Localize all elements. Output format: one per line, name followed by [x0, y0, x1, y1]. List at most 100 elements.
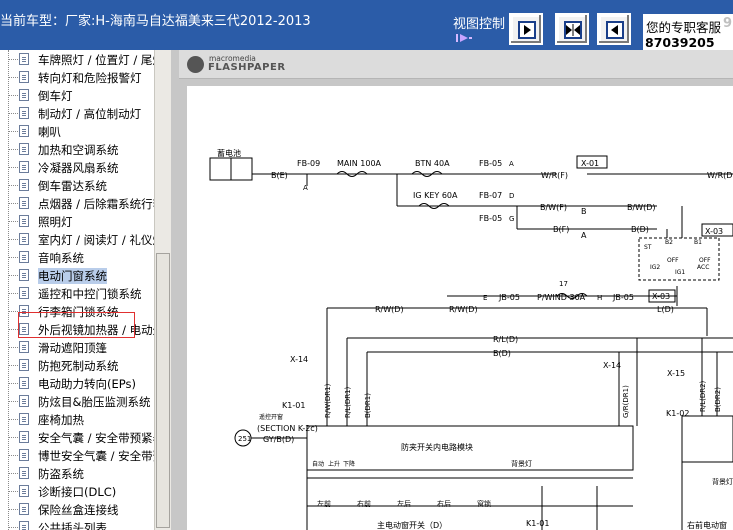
tree-branch: [9, 113, 18, 114]
arrow-left-icon: [606, 21, 624, 39]
fb09-label: FB-09: [297, 159, 320, 168]
document-icon: [19, 449, 29, 461]
sidebar-scrollbar[interactable]: [154, 50, 171, 530]
prev-page-button[interactable]: [597, 13, 631, 45]
view-control-icon[interactable]: [456, 32, 472, 44]
two-page-view-button[interactable]: [555, 13, 589, 45]
sidebar-item-label: 防抱死制动系统: [38, 359, 119, 373]
sidebar-item[interactable]: 倒车雷达系统: [0, 176, 154, 194]
sidebar-item[interactable]: 滑动遮阳顶篷: [0, 338, 154, 356]
bdr2-label: B(DR2): [714, 387, 722, 412]
sidebar-item[interactable]: 点烟器 / 后除霜系统行李: [0, 194, 154, 212]
main-fuse-label: MAIN 100A: [337, 159, 382, 168]
rld-label: R/L(D): [493, 335, 518, 344]
wdr1-label: R/W(DR1): [324, 383, 332, 418]
circle-h-label: H: [597, 294, 602, 302]
tree-branch: [9, 77, 18, 78]
sidebar-item[interactable]: 制动灯 / 高位制动灯: [0, 104, 154, 122]
sidebar-item-label: 安全气囊 / 安全带预紧器: [38, 431, 154, 445]
document-icon: [19, 359, 29, 371]
current-model-title: 当前车型：厂家:H-海南马自达福美来三代2012-2013: [0, 14, 311, 29]
sidebar-item[interactable]: 博世安全气囊 / 安全带预: [0, 446, 154, 464]
section-label: (SECTION K-2c): [257, 424, 318, 433]
support-label: 您的专职客服: [646, 20, 722, 35]
tree-branch: [9, 509, 18, 510]
sidebar-item[interactable]: 电动助力转向(EPs): [0, 374, 154, 392]
remote-label: 遥控开窗: [259, 413, 283, 421]
document-icon: [19, 215, 29, 227]
fb07-label: FB-07: [479, 191, 502, 200]
off2-label: OFF: [699, 257, 711, 264]
sidebar-tree: 车牌照灯 / 位置灯 / 尾灯 转向灯和危险报警灯倒车灯 制动灯 / 高位制动灯 喇叭…: [0, 50, 154, 530]
sidebar-item[interactable]: 防炫目&胎压监测系统: [0, 392, 154, 410]
sidebar-item[interactable]: 电动门窗系统: [0, 266, 154, 284]
sidebar-item[interactable]: 座椅加热: [0, 410, 154, 428]
b2-label: B2: [665, 239, 673, 246]
sidebar-item[interactable]: 照明灯: [0, 212, 154, 230]
document-icon: [19, 521, 29, 530]
backlight2-label: 背景灯: [712, 477, 733, 486]
document-icon: [19, 431, 29, 443]
b1-label: B1: [694, 239, 702, 246]
tree-branch: [9, 347, 18, 348]
sidebar-item[interactable]: 防盗系统: [0, 464, 154, 482]
document-icon: [19, 53, 29, 65]
top-header: 当前车型：厂家:H-海南马自达福美来三代2012-2013 视图控制 您的专职客…: [0, 0, 733, 50]
sidebar-item-label: 加热和空调系统: [38, 143, 119, 157]
sw-left-front: 左前: [317, 499, 331, 508]
sidebar-item[interactable]: 加热和空调系统: [0, 140, 154, 158]
x03-label: X-03: [705, 227, 723, 236]
tree-branch: [9, 275, 18, 276]
arrow-right-icon: [518, 21, 536, 39]
k102-label: K1-02: [666, 409, 689, 418]
scrollbar-thumb[interactable]: [156, 253, 170, 528]
document-icon: [19, 197, 29, 209]
tree-branch: [9, 203, 18, 204]
battery-label: 蓄电池: [217, 148, 241, 158]
sidebar-item-label: 照明灯: [38, 215, 73, 229]
split-view-icon: [564, 21, 582, 39]
tree-branch: [9, 257, 18, 258]
circle-d-label: D: [509, 192, 514, 200]
sidebar-item[interactable]: 冷凝器风扇系统: [0, 158, 154, 176]
document-icon: [19, 233, 29, 245]
next-page-button[interactable]: [509, 13, 543, 45]
sidebar-item[interactable]: 喇叭: [0, 122, 154, 140]
tree-branch: [9, 437, 18, 438]
sidebar-item-label: 滑动遮阳顶篷: [38, 341, 107, 355]
fb05-label: FB-05: [479, 159, 502, 168]
rwd-label: R/W(D): [375, 305, 404, 314]
tree-branch: [9, 365, 18, 366]
sidebar-item[interactable]: 转向灯和危险报警灯: [0, 68, 154, 86]
document-icon: [19, 71, 29, 83]
sidebar-item[interactable]: 保险丝盒连接线: [0, 500, 154, 518]
sidebar-item[interactable]: 室内灯 / 阅读灯 / 礼仪灯: [0, 230, 154, 248]
sidebar-item[interactable]: 车牌照灯 / 位置灯 / 尾灯: [0, 50, 154, 68]
sidebar-item[interactable]: 倒车灯: [0, 86, 154, 104]
sidebar-item[interactable]: 诊断接口(DLC): [0, 482, 154, 500]
document-icon: [19, 89, 29, 101]
bwd-label: B/W(D): [627, 203, 656, 212]
x03b-label: X-03: [652, 292, 670, 301]
sidebar-item[interactable]: 音响系统: [0, 248, 154, 266]
support-suffix: 9: [723, 16, 733, 31]
acc-label: ACC: [697, 264, 709, 271]
sidebar-item[interactable]: 公共插头列表: [0, 518, 154, 530]
sidebar-item-label: 座椅加热: [38, 413, 84, 427]
document-icon: [19, 179, 29, 191]
document-icon: [19, 395, 29, 407]
backlight-label: 背景灯: [511, 459, 532, 468]
sidebar-item-label: 车牌照灯 / 位置灯 / 尾灯: [38, 53, 154, 67]
sidebar-item[interactable]: 防抱死制动系统: [0, 356, 154, 374]
document-icon: [19, 125, 29, 137]
sidebar-item-label: 防炫目&胎压监测系统: [38, 395, 151, 409]
tree-branch: [9, 131, 18, 132]
sidebar-item[interactable]: 安全气囊 / 安全带预紧器: [0, 428, 154, 446]
sidebar-item[interactable]: 遥控和中控门锁系统: [0, 284, 154, 302]
document-page[interactable]: 蓄电池 FB-09 MAIN 100A BTN 40A FB-05 B(E) W…: [187, 86, 733, 530]
sidebar-item-label: 倒车灯: [38, 89, 73, 103]
connector-251: 251: [238, 435, 251, 443]
tree-branch: [9, 491, 18, 492]
bd-label: B(D): [631, 225, 649, 234]
ld-label: L(D): [657, 305, 674, 314]
